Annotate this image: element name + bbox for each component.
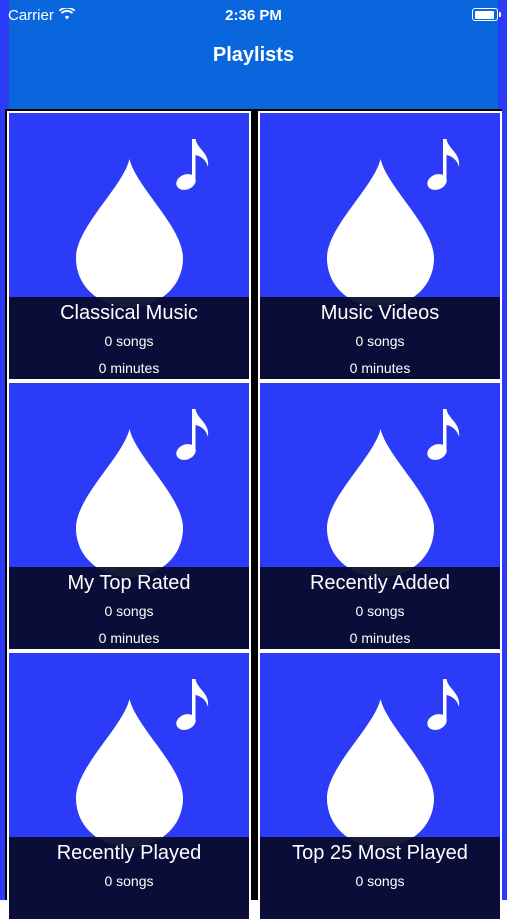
playlist-info: Classical Music 0 songs 0 minutes [9, 297, 249, 379]
playlist-song-count: 0 songs [104, 873, 154, 889]
app-background: Carrier 2:36 PM Playlists Classical Musi… [0, 0, 507, 921]
playlist-title: Music Videos [320, 302, 440, 324]
music-note-icon [176, 139, 209, 190]
battery-icon [472, 8, 501, 21]
playlist-info: My Top Rated 0 songs 0 minutes [9, 567, 249, 649]
music-note-icon [427, 139, 460, 190]
water-drop-icon [327, 159, 434, 307]
water-drop-icon [327, 429, 434, 577]
playlist-title: Recently Added [309, 572, 451, 594]
status-time: 2:36 PM [225, 7, 282, 24]
water-drop-icon [76, 159, 183, 307]
page-title: Playlists [212, 44, 295, 66]
playlist-title: Top 25 Most Played [292, 842, 468, 864]
playlist-song-count: 0 songs [104, 333, 154, 349]
playlist-info: Top 25 Most Played 0 songs [260, 837, 500, 919]
playlist-duration: 0 minutes [98, 360, 160, 376]
music-note-icon [176, 409, 209, 460]
playlist-tile[interactable]: Recently Added 0 songs 0 minutes [258, 381, 502, 651]
playlist-song-count: 0 songs [355, 603, 405, 619]
status-bar: Carrier 2:36 PM [0, 0, 507, 32]
playlist-song-count: 0 songs [355, 333, 405, 349]
water-drop-icon [327, 699, 434, 847]
playlist-title: Classical Music [60, 302, 198, 324]
playlist-tile[interactable]: Classical Music 0 songs 0 minutes [7, 111, 251, 381]
playlist-tile[interactable]: My Top Rated 0 songs 0 minutes [7, 381, 251, 651]
music-note-icon [427, 409, 460, 460]
playlist-song-count: 0 songs [355, 873, 405, 889]
playlist-duration: 0 minutes [349, 630, 411, 646]
playlist-title: Recently Played [56, 842, 202, 864]
playlist-info: Recently Played 0 songs [9, 837, 249, 919]
playlist-song-count: 0 songs [104, 603, 154, 619]
playlist-tile[interactable]: Recently Played 0 songs [7, 651, 251, 921]
playlist-duration: 0 minutes [98, 630, 160, 646]
water-drop-icon [76, 699, 183, 847]
playlist-duration: 0 minutes [349, 360, 411, 376]
playlist-info: Music Videos 0 songs 0 minutes [260, 297, 500, 379]
playlist-grid: Classical Music 0 songs 0 minutes Music … [5, 109, 502, 921]
playlist-tile[interactable]: Top 25 Most Played 0 songs [258, 651, 502, 921]
music-note-icon [427, 679, 460, 730]
playlist-info: Recently Added 0 songs 0 minutes [260, 567, 500, 649]
water-drop-icon [76, 429, 183, 577]
playlist-tile[interactable]: Music Videos 0 songs 0 minutes [258, 111, 502, 381]
music-note-icon [176, 679, 209, 730]
playlist-title: My Top Rated [67, 572, 191, 594]
